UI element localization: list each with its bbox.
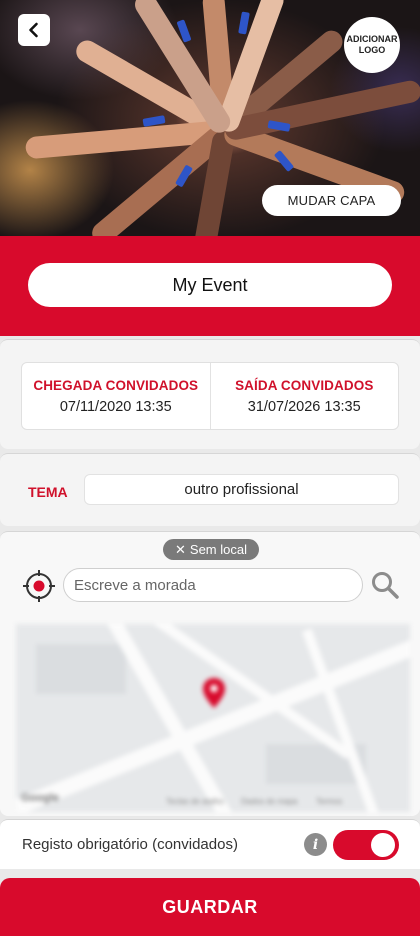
map-pin-icon — [203, 678, 225, 708]
search-icon[interactable] — [370, 570, 400, 600]
cover-image: ADICIONAR LOGO MUDAR CAPA — [0, 0, 420, 236]
departure-value: 31/07/2026 13:35 — [247, 398, 361, 415]
dates-panel: CHEGADA CONVIDADOS 07/11/2020 13:35 SAÍD… — [0, 339, 420, 449]
arrival-label: CHEGADA CONVIDADOS — [33, 377, 199, 393]
map-block — [36, 644, 126, 694]
arrival-date-field[interactable]: CHEGADA CONVIDADOS 07/11/2020 13:35 — [22, 363, 210, 429]
chevron-left-icon — [29, 22, 38, 38]
event-name-field[interactable]: My Event — [28, 263, 392, 307]
close-icon: ✕ — [175, 541, 186, 557]
info-icon[interactable]: i — [304, 833, 327, 856]
registration-row: Registo obrigatório (convidados) i — [0, 819, 420, 869]
event-name-band: My Event — [0, 236, 420, 336]
add-logo-button[interactable]: ADICIONAR LOGO — [344, 17, 400, 73]
theme-panel: TEMA outro profissional — [0, 453, 420, 526]
theme-label: TEMA — [28, 484, 68, 500]
location-panel: ✕ Sem local Google Teclas de atalho Dado… — [0, 531, 420, 816]
no-location-chip[interactable]: ✕ Sem local — [163, 539, 259, 560]
departure-label: SAÍDA CONVIDADOS — [235, 377, 374, 393]
map-brand: Google — [21, 792, 59, 804]
map-footer-item: Dados do mapa — [241, 797, 298, 806]
dates-card: CHEGADA CONVIDADOS 07/11/2020 13:35 SAÍD… — [21, 362, 399, 430]
departure-date-field[interactable]: SAÍDA CONVIDADOS 31/07/2026 13:35 — [209, 363, 399, 429]
address-input[interactable] — [63, 568, 363, 602]
change-cover-button[interactable]: MUDAR CAPA — [262, 185, 401, 216]
map-footer-item: Teclas de atalho — [166, 797, 224, 806]
arrival-value: 07/11/2020 13:35 — [59, 398, 172, 415]
map-footer-item: Termos — [316, 797, 343, 806]
back-button[interactable] — [18, 14, 50, 46]
wristband — [238, 11, 250, 35]
save-button[interactable]: GUARDAR — [0, 878, 420, 936]
theme-select[interactable]: outro profissional — [84, 474, 399, 505]
registration-toggle[interactable] — [333, 830, 399, 860]
no-location-label: Sem local — [189, 542, 247, 557]
locate-target-icon[interactable] — [22, 569, 56, 603]
map-view[interactable]: Google Teclas de atalho Dados do mapa Te… — [16, 624, 410, 812]
registration-label: Registo obrigatório (convidados) — [22, 836, 238, 853]
toggle-knob — [371, 833, 395, 857]
